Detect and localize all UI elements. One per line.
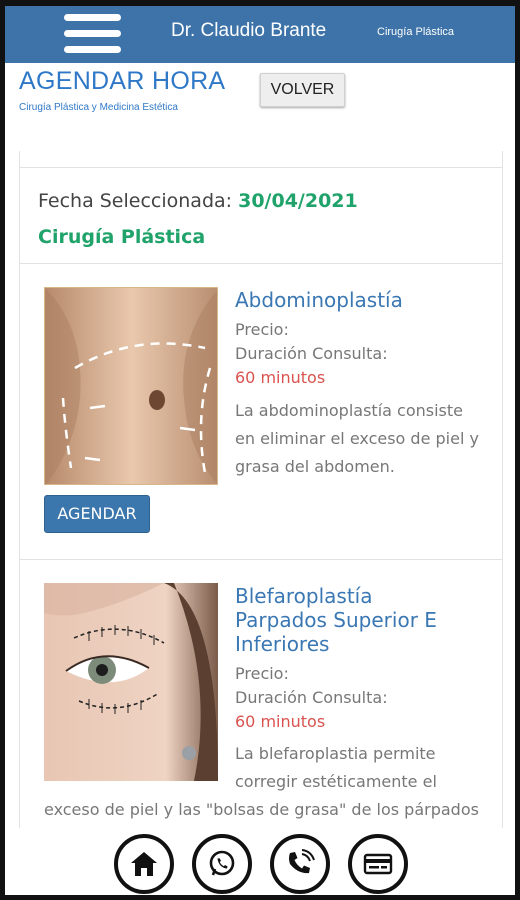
payment-button[interactable] (348, 834, 408, 894)
description-line: La abdominoplastía consiste (235, 401, 463, 420)
page-subtitle: Cirugía Plástica y Medicina Estética (19, 102, 178, 113)
phone-icon (289, 849, 315, 874)
price-label: Precio: (235, 664, 289, 683)
duration-value: 60 minutos (235, 368, 326, 387)
hamburger-menu-icon[interactable] (64, 13, 121, 55)
book-button[interactable]: AGENDAR (44, 495, 150, 533)
procedure-title-line: Blefaroplastía (235, 584, 373, 608)
app-subtitle: Cirugía Plástica (377, 26, 455, 38)
page-title: AGENDAR HORA (19, 67, 226, 95)
eye-image (44, 583, 218, 781)
category-title: Cirugía Plástica (38, 226, 206, 248)
home-button[interactable] (114, 834, 174, 894)
procedure-title-line: Inferiores (235, 632, 330, 656)
procedure-title[interactable]: Abdominoplastía (235, 288, 403, 312)
top-navbar: Dr. Claudio Brante Cirugía Plástica (5, 6, 515, 63)
payment-card-icon (363, 853, 393, 875)
description-line: exceso de piel y las "bolsas de grasa" d… (44, 800, 479, 819)
call-button[interactable] (270, 834, 330, 894)
duration-label: Duración Consulta: (235, 344, 388, 363)
description-line: La blefaroplastia permite (235, 744, 436, 763)
selected-date-row: Fecha Seleccionada: 30/04/2021 Cirugía P… (20, 168, 502, 264)
app-title: Dr. Claudio Brante (171, 20, 327, 41)
whatsapp-button[interactable] (192, 834, 252, 894)
price-label: Precio: (235, 320, 289, 339)
duration-label: Duración Consulta: (235, 688, 388, 707)
description-line: en eliminar el exceso de piel y (235, 429, 479, 448)
procedure-title[interactable]: Blefaroplastía Parpados Superior E Infer… (235, 584, 437, 656)
bottom-nav (5, 828, 515, 895)
procedure-item: Abdominoplastía Precio: Duración Consult… (20, 264, 502, 560)
date-value: 30/04/2021 (238, 190, 358, 212)
description-line: grasa del abdomen. (235, 457, 395, 476)
procedure-description: La blefaroplastia permite corregir estét… (235, 740, 485, 796)
selected-date: Fecha Seleccionada: 30/04/2021 (38, 190, 358, 212)
panel-top-strip (20, 151, 502, 168)
home-icon (131, 852, 157, 876)
back-button[interactable]: VOLVER (260, 73, 345, 107)
procedure-description: La abdominoplastía consiste en eliminar … (235, 397, 485, 481)
app-screen: Dr. Claudio Brante Cirugía Plástica AGEN… (5, 6, 515, 895)
whatsapp-icon (209, 850, 235, 876)
abdomen-image (44, 287, 218, 485)
description-line: corregir estéticamente el (235, 772, 437, 791)
procedure-title-line: Parpados Superior E (235, 608, 437, 632)
duration-value: 60 minutos (235, 712, 326, 731)
date-label: Fecha Seleccionada: (38, 190, 233, 212)
procedure-list: Fecha Seleccionada: 30/04/2021 Cirugía P… (19, 151, 503, 895)
